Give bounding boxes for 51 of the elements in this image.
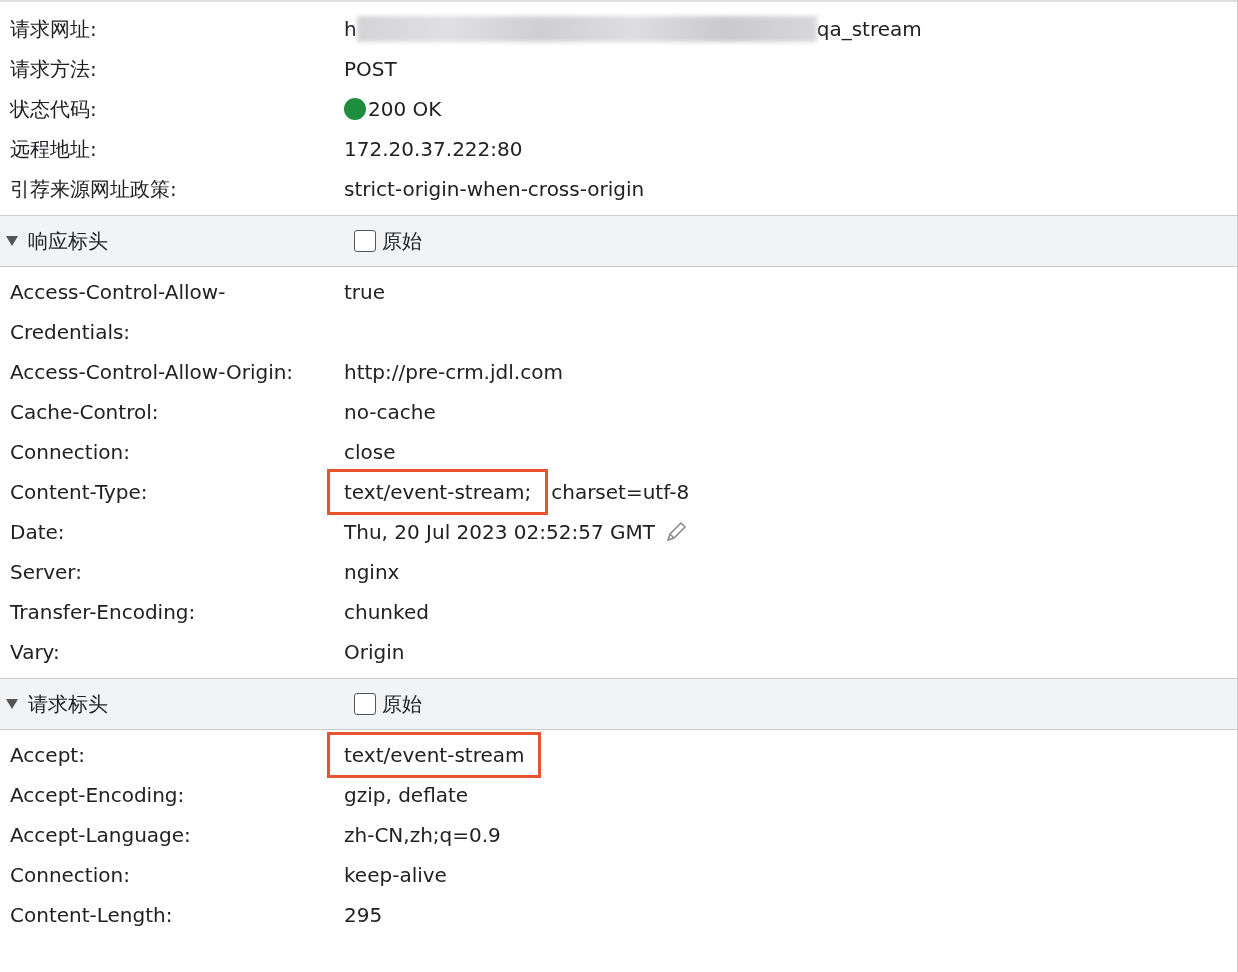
header-name: Access-Control-Allow-Origin: [9,359,295,386]
section-title: 响应标头 [28,227,108,255]
header-value: zh-CN,zh;q=0.9 [344,822,501,849]
field-label: 状态代码: [9,96,98,123]
header-value: nginx [344,559,400,586]
triangle-icon[interactable] [6,236,18,246]
section-header[interactable]: 响应标头 原始 [0,215,1237,267]
header-name: Date: [9,519,66,546]
header-value: http://pre-crm.jdl.com [344,359,563,386]
field-label: 引荐来源网址政策: [9,176,178,203]
header-value: charset=utf-8 [551,479,690,506]
header-name: Connection: [9,862,131,889]
field-label: 请求方法: [9,56,98,83]
header-value: no-cache [344,399,436,426]
field-value: strict-origin-when-cross-origin [344,176,645,203]
field-value: 172.20.37.222:80 [344,136,523,163]
header-name: Accept-Language: [9,822,192,849]
checkbox-label[interactable]: 原始 [382,227,422,255]
section-header[interactable]: 请求标头 原始 [0,678,1237,730]
header-value: keep-alive [344,862,447,889]
header-name: Accept-Encoding: [9,782,186,809]
header-name: Cache-Control: [9,399,160,426]
field-value: 200 OK [368,96,442,123]
header-value: gzip, deflate [344,782,469,809]
pencil-icon[interactable] [665,521,687,543]
checkbox[interactable] [354,693,376,715]
header-value: 295 [344,902,383,929]
header-value: text/event-stream [330,735,539,775]
header-value: true [344,279,386,306]
field-value: POST [344,56,397,83]
field-value: h [344,16,357,43]
header-name: Content-Type: [9,479,149,506]
field-value: qa_stream [816,16,922,43]
header-name: Content-Length: [9,902,174,929]
header-name: Connection: [9,439,131,466]
checkbox[interactable] [354,230,376,252]
header-name: Server: [9,559,83,586]
header-name: Access-Control-Allow-Credentials: [9,279,227,346]
header-name: Transfer-Encoding: [9,599,197,626]
section-title: 请求标头 [28,690,108,718]
header-name: Accept: [9,742,86,769]
header-value: Origin [344,639,405,666]
header-value: close [344,439,396,466]
field-label: 远程地址: [9,136,98,163]
header-value: chunked [344,599,429,626]
header-value: Thu, 20 Jul 2023 02:52:57 GMT [344,519,655,546]
triangle-icon[interactable] [6,699,18,709]
header-value: text/event-stream; [330,472,546,512]
field-label: 请求网址: [9,16,98,43]
checkbox-label[interactable]: 原始 [382,690,422,718]
header-name: Vary: [9,639,61,666]
